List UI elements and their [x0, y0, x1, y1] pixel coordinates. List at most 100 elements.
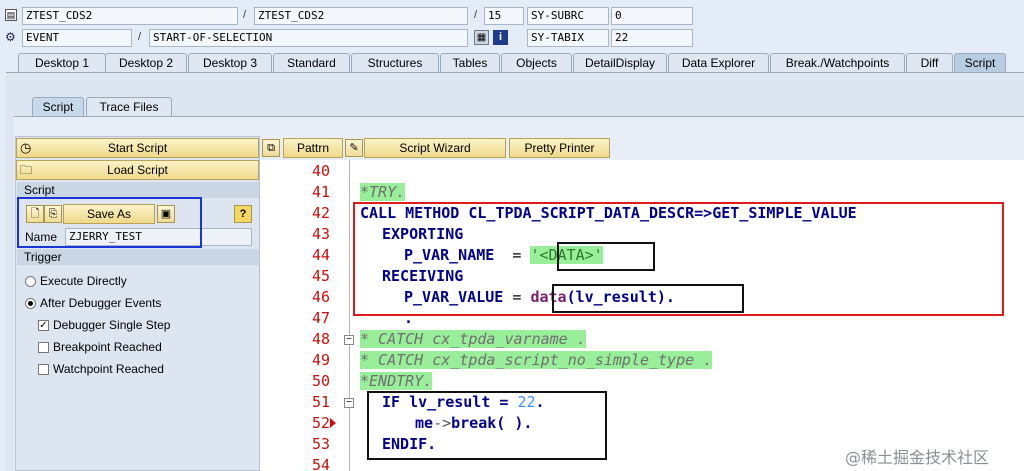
fold-toggle-icon[interactable]: −: [344, 398, 354, 408]
tab-tables[interactable]: Tables: [440, 53, 500, 73]
method-name: break: [451, 414, 497, 432]
after-debugger-events-label: After Debugger Events: [40, 296, 162, 310]
line-number: 45: [311, 267, 330, 285]
number-literal: 22: [517, 393, 536, 411]
code-line-53: ENDIF.: [382, 435, 437, 453]
tab-data-explorer[interactable]: Data Explorer: [668, 53, 769, 73]
code-line-47: .: [404, 309, 414, 327]
tab-structures[interactable]: Structures: [351, 53, 439, 73]
tab-script[interactable]: Script: [954, 53, 1006, 73]
inline-argument: (lv_result).: [566, 288, 675, 306]
tab-desktop-2[interactable]: Desktop 2: [105, 53, 187, 73]
line-number: 53: [311, 435, 330, 453]
line-number: 54: [311, 456, 330, 471]
display-object-icon[interactable]: ▦: [474, 30, 489, 45]
keyword: CALL METHOD: [360, 204, 460, 222]
name-label: Name: [25, 230, 58, 244]
code-line-50: *ENDTRY.: [360, 372, 433, 390]
load-script-label: Load Script: [107, 163, 168, 177]
subtab-trace-files[interactable]: Trace Files: [86, 97, 172, 117]
fold-toggle-icon[interactable]: −: [344, 335, 354, 345]
line-number: 41: [311, 183, 330, 201]
line-number: 46: [311, 288, 330, 306]
save-as-button[interactable]: Save As: [63, 204, 155, 224]
execute-directly-label: Execute Directly: [40, 274, 127, 288]
help-icon[interactable]: ?: [234, 205, 252, 223]
sysvar-value-field[interactable]: 0: [611, 7, 693, 25]
line-number: 44: [311, 246, 330, 264]
method-args: ( ).: [496, 414, 533, 432]
method-call: CL_TPDA_SCRIPT_DATA_DESCR=>GET_SIMPLE_VA…: [459, 204, 857, 222]
include-field[interactable]: ZTEST_CDS2: [254, 7, 468, 25]
radio-circle-selected[interactable]: [25, 298, 36, 310]
code-line-46: P_VAR_VALUE = data(lv_result).: [404, 288, 675, 306]
period: .: [535, 393, 545, 411]
code-line-42: CALL METHOD CL_TPDA_SCRIPT_DATA_DESCR=>G…: [360, 204, 857, 222]
tab-standard[interactable]: Standard: [273, 53, 350, 73]
checkbox-unchecked[interactable]: [38, 342, 49, 354]
after-debugger-events-radio[interactable]: After Debugger Events: [25, 296, 161, 310]
sysvar2-value-field[interactable]: 22: [611, 29, 693, 47]
code-line-41: *TRY.: [360, 183, 406, 201]
checkbox-checked[interactable]: ✓: [38, 320, 49, 332]
code-line-43: EXPORTING: [382, 225, 464, 243]
breakpoint-marker-icon[interactable]: [330, 418, 336, 428]
event-icon: ⚙: [5, 30, 16, 44]
line-field[interactable]: 15: [484, 7, 524, 25]
pattern-button[interactable]: Pattrn: [283, 138, 343, 158]
checkbox-unchecked[interactable]: [38, 364, 49, 376]
debugger-single-step-checkbox[interactable]: ✓ Debugger Single Step: [38, 318, 170, 332]
keyword: IF: [382, 393, 401, 411]
code-line-51: IF lv_result = 22.: [382, 393, 545, 411]
code-line-48: * CATCH cx_tpda_varname .: [360, 330, 586, 348]
pattern-icon[interactable]: ⧉: [262, 139, 280, 157]
string-literal: '<DATA>': [530, 246, 603, 264]
code-editor[interactable]: 40 41 42 43 44 45 46 47 48 49 50 51 52 5…: [260, 160, 1024, 471]
watchpoint-reached-checkbox[interactable]: Watchpoint Reached: [38, 362, 164, 376]
program-icon: ▤: [5, 9, 17, 21]
start-script-button[interactable]: ◷ Start Script: [16, 138, 259, 158]
path-separator: /: [243, 9, 247, 21]
sysvar2-name-field: SY-TABIX: [527, 29, 609, 47]
line-number: 47: [311, 309, 330, 327]
code-line-45: RECEIVING: [382, 267, 464, 285]
event-name-field[interactable]: START-OF-SELECTION: [149, 29, 468, 47]
tab-detail-display[interactable]: DetailDisplay: [573, 53, 667, 73]
sysvar-name-field: SY-SUBRC: [527, 7, 609, 25]
pretty-printer-button[interactable]: Pretty Printer: [509, 138, 610, 158]
wizard-icon[interactable]: ✎: [345, 139, 363, 157]
load-script-button[interactable]: 🗀 Load Script: [16, 160, 259, 180]
watchpoint-reached-label: Watchpoint Reached: [53, 362, 164, 376]
folder-icon: 🗀: [20, 163, 33, 177]
tab-breakpoints-watchpoints[interactable]: Break./Watchpoints: [770, 53, 905, 73]
line-number: 52: [311, 414, 330, 432]
import-icon[interactable]: ⎘: [44, 205, 62, 223]
arrow-operator: ->: [433, 414, 452, 432]
radio-circle[interactable]: [25, 276, 36, 288]
script-section-header: Script: [17, 182, 259, 198]
script-wizard-button[interactable]: Script Wizard: [364, 138, 506, 158]
fold-gutter-line: [349, 160, 350, 471]
line-number: 43: [311, 225, 330, 243]
watermark-text: @稀土掘金技术社区: [845, 448, 990, 467]
program-field[interactable]: ZTEST_CDS2: [22, 7, 238, 25]
event-type-field[interactable]: EVENT: [22, 29, 132, 47]
tab-desktop-3[interactable]: Desktop 3: [188, 53, 272, 73]
info-icon[interactable]: i: [493, 30, 508, 45]
breakpoint-reached-checkbox[interactable]: Breakpoint Reached: [38, 340, 162, 354]
tab-objects[interactable]: Objects: [501, 53, 572, 73]
line-number: 51: [311, 393, 330, 411]
execute-directly-radio[interactable]: Execute Directly: [25, 274, 127, 288]
new-document-icon[interactable]: 🗋: [26, 205, 44, 223]
code-line-49: * CATCH cx_tpda_script_no_simple_type .: [360, 351, 713, 369]
subtab-script[interactable]: Script: [32, 97, 84, 117]
path-separator: /: [138, 31, 142, 43]
operator: =: [494, 246, 531, 264]
script-name-field[interactable]: ZJERRY_TEST: [65, 228, 252, 246]
data-keyword: data: [530, 288, 567, 306]
code-line-52: me->break( ).: [415, 414, 532, 432]
save-icon[interactable]: ▣: [157, 205, 175, 223]
tab-diff[interactable]: Diff: [906, 53, 953, 73]
tab-desktop-1[interactable]: Desktop 1: [18, 53, 106, 73]
start-script-label: Start Script: [107, 141, 168, 155]
